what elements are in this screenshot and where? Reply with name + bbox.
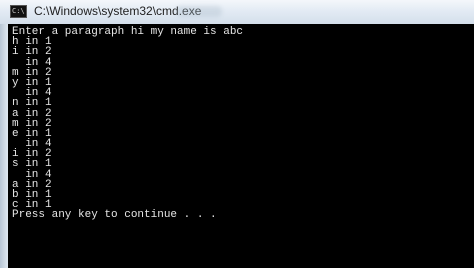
cmd-window: C:\ C:\Windows\system32\cmd.exe Enter a …: [0, 0, 474, 268]
console-line: n in 1: [12, 97, 52, 110]
window-left-frame: [0, 24, 8, 268]
console-lines: Enter a paragraph hi my name is abc h in …: [12, 26, 243, 222]
title-bar[interactable]: C:\ C:\Windows\system32\cmd.exe: [0, 0, 474, 25]
console-line: Press any key to continue . . .: [12, 209, 217, 222]
console-output-area[interactable]: Enter a paragraph hi my name is abc h in …: [8, 24, 474, 268]
blurred-title-region: [176, 6, 222, 17]
cmd-console-icon[interactable]: C:\: [10, 5, 27, 18]
